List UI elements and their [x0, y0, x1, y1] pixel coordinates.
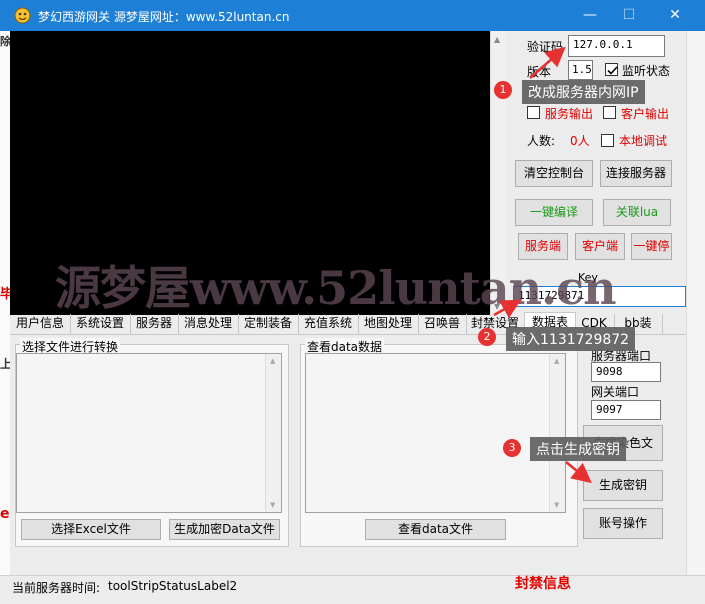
callout-tooltip: 改成服务器内网IP: [522, 80, 645, 104]
step-badge: 1: [494, 81, 512, 99]
arrow-2: [493, 299, 522, 319]
step-badge: 3: [503, 439, 521, 457]
step-badge: 2: [478, 328, 496, 346]
callout-tooltip: 输入1131729872: [506, 327, 636, 351]
arrow-3: [565, 461, 592, 484]
callout-tooltip: 点击生成密钥: [530, 437, 626, 461]
arrow-1: [529, 46, 566, 79]
